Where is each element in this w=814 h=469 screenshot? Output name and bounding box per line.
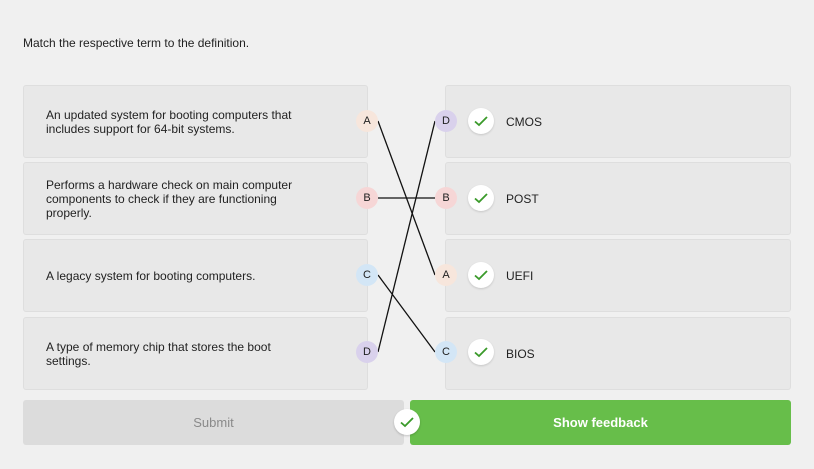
left-badge-d[interactable]: D <box>356 341 378 363</box>
right-badge-a[interactable]: A <box>435 264 457 286</box>
show-feedback-button[interactable]: Show feedback <box>410 400 791 445</box>
connector-line-d <box>377 120 436 353</box>
match-lines <box>377 120 436 353</box>
left-badge-b[interactable]: B <box>356 187 378 209</box>
check-icon <box>468 339 494 365</box>
check-icon <box>468 185 494 211</box>
right-badge-d[interactable]: D <box>435 110 457 132</box>
left-badge-c[interactable]: C <box>356 264 378 286</box>
check-icon <box>468 108 494 134</box>
connector-line-c <box>377 274 436 353</box>
right-badge-c[interactable]: C <box>435 341 457 363</box>
right-badge-b[interactable]: B <box>435 187 457 209</box>
submit-button[interactable]: Submit <box>23 400 404 445</box>
left-badge-a[interactable]: A <box>356 110 378 132</box>
check-icon <box>394 409 420 435</box>
check-icon <box>468 262 494 288</box>
